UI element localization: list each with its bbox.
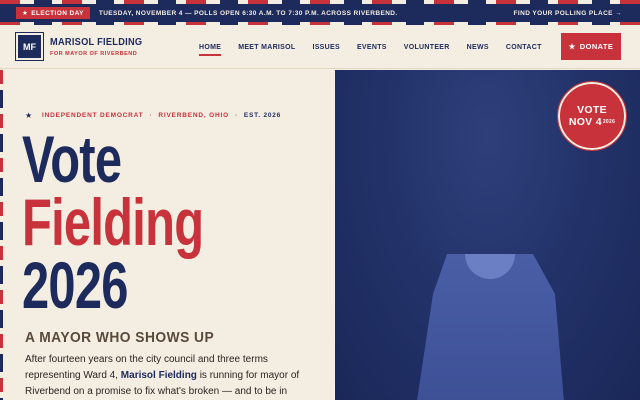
left-flag-stripe bbox=[0, 70, 3, 400]
headline-line-1: Vote bbox=[22, 122, 122, 196]
established-label: Est. 2026 bbox=[243, 112, 282, 119]
nav-volunteer[interactable]: Volunteer bbox=[404, 44, 450, 51]
donate-button[interactable]: ★ Donate bbox=[561, 33, 621, 60]
site-header: MF Marisol Fielding For Mayor of Riverbe… bbox=[0, 25, 640, 69]
hero-subhead: A mayor who shows up bbox=[25, 329, 215, 346]
nav-contact[interactable]: Contact bbox=[506, 44, 542, 51]
star-icon: ★ bbox=[568, 42, 576, 51]
separator-dot: · bbox=[234, 112, 238, 119]
announcement-text: Tuesday, November 4 — Polls open 6:30 a.… bbox=[98, 9, 398, 17]
candidate-name: Marisol Fielding bbox=[50, 36, 143, 48]
hero-eyebrow: ★ Independent Democrat · Riverbend, Ohio… bbox=[25, 111, 281, 120]
announcement-bar: ★ Election Day Tuesday, November 4 — Pol… bbox=[0, 4, 640, 22]
seal-year: 2026 bbox=[602, 119, 616, 125]
seal-line-2: Nov 42026 bbox=[568, 116, 616, 128]
star-icon: ★ bbox=[22, 10, 29, 17]
polling-place-link[interactable]: Find your polling place → bbox=[514, 10, 622, 17]
logo-text[interactable]: Marisol Fielding For Mayor of Riverbend bbox=[50, 36, 155, 57]
hero-headline: Vote Fielding 2026 bbox=[22, 122, 204, 322]
hero-intro-text: After fourteen years on the city council… bbox=[25, 352, 315, 400]
headline-line-2: Fielding bbox=[22, 185, 204, 259]
nav-meet-marisol[interactable]: Meet Marisol bbox=[238, 44, 295, 51]
location-label: Riverbend, Ohio bbox=[158, 112, 229, 119]
headline-line-3: 2026 bbox=[22, 248, 128, 322]
logo-mark[interactable]: MF bbox=[14, 31, 45, 62]
seal-line-1: Vote bbox=[577, 104, 607, 116]
nav-home[interactable]: Home bbox=[199, 44, 222, 56]
campaign-tagline: For Mayor of Riverbend bbox=[50, 51, 138, 57]
nav-events[interactable]: Events bbox=[357, 44, 387, 51]
election-day-badge: ★ Election Day bbox=[16, 7, 90, 19]
nav-issues[interactable]: Issues bbox=[312, 44, 339, 51]
affiliation-label: Independent Democrat bbox=[41, 112, 144, 119]
candidate-name-highlight: Marisol Fielding bbox=[120, 370, 197, 381]
candidate-silhouette bbox=[417, 254, 564, 400]
separator-dot: · bbox=[149, 112, 153, 119]
star-icon: ★ bbox=[25, 111, 33, 120]
nav-news[interactable]: News bbox=[467, 44, 489, 51]
main-nav: Home Meet Marisol Issues Events Voluntee… bbox=[199, 25, 559, 69]
vote-date-seal: Vote Nov 42026 bbox=[557, 81, 627, 151]
